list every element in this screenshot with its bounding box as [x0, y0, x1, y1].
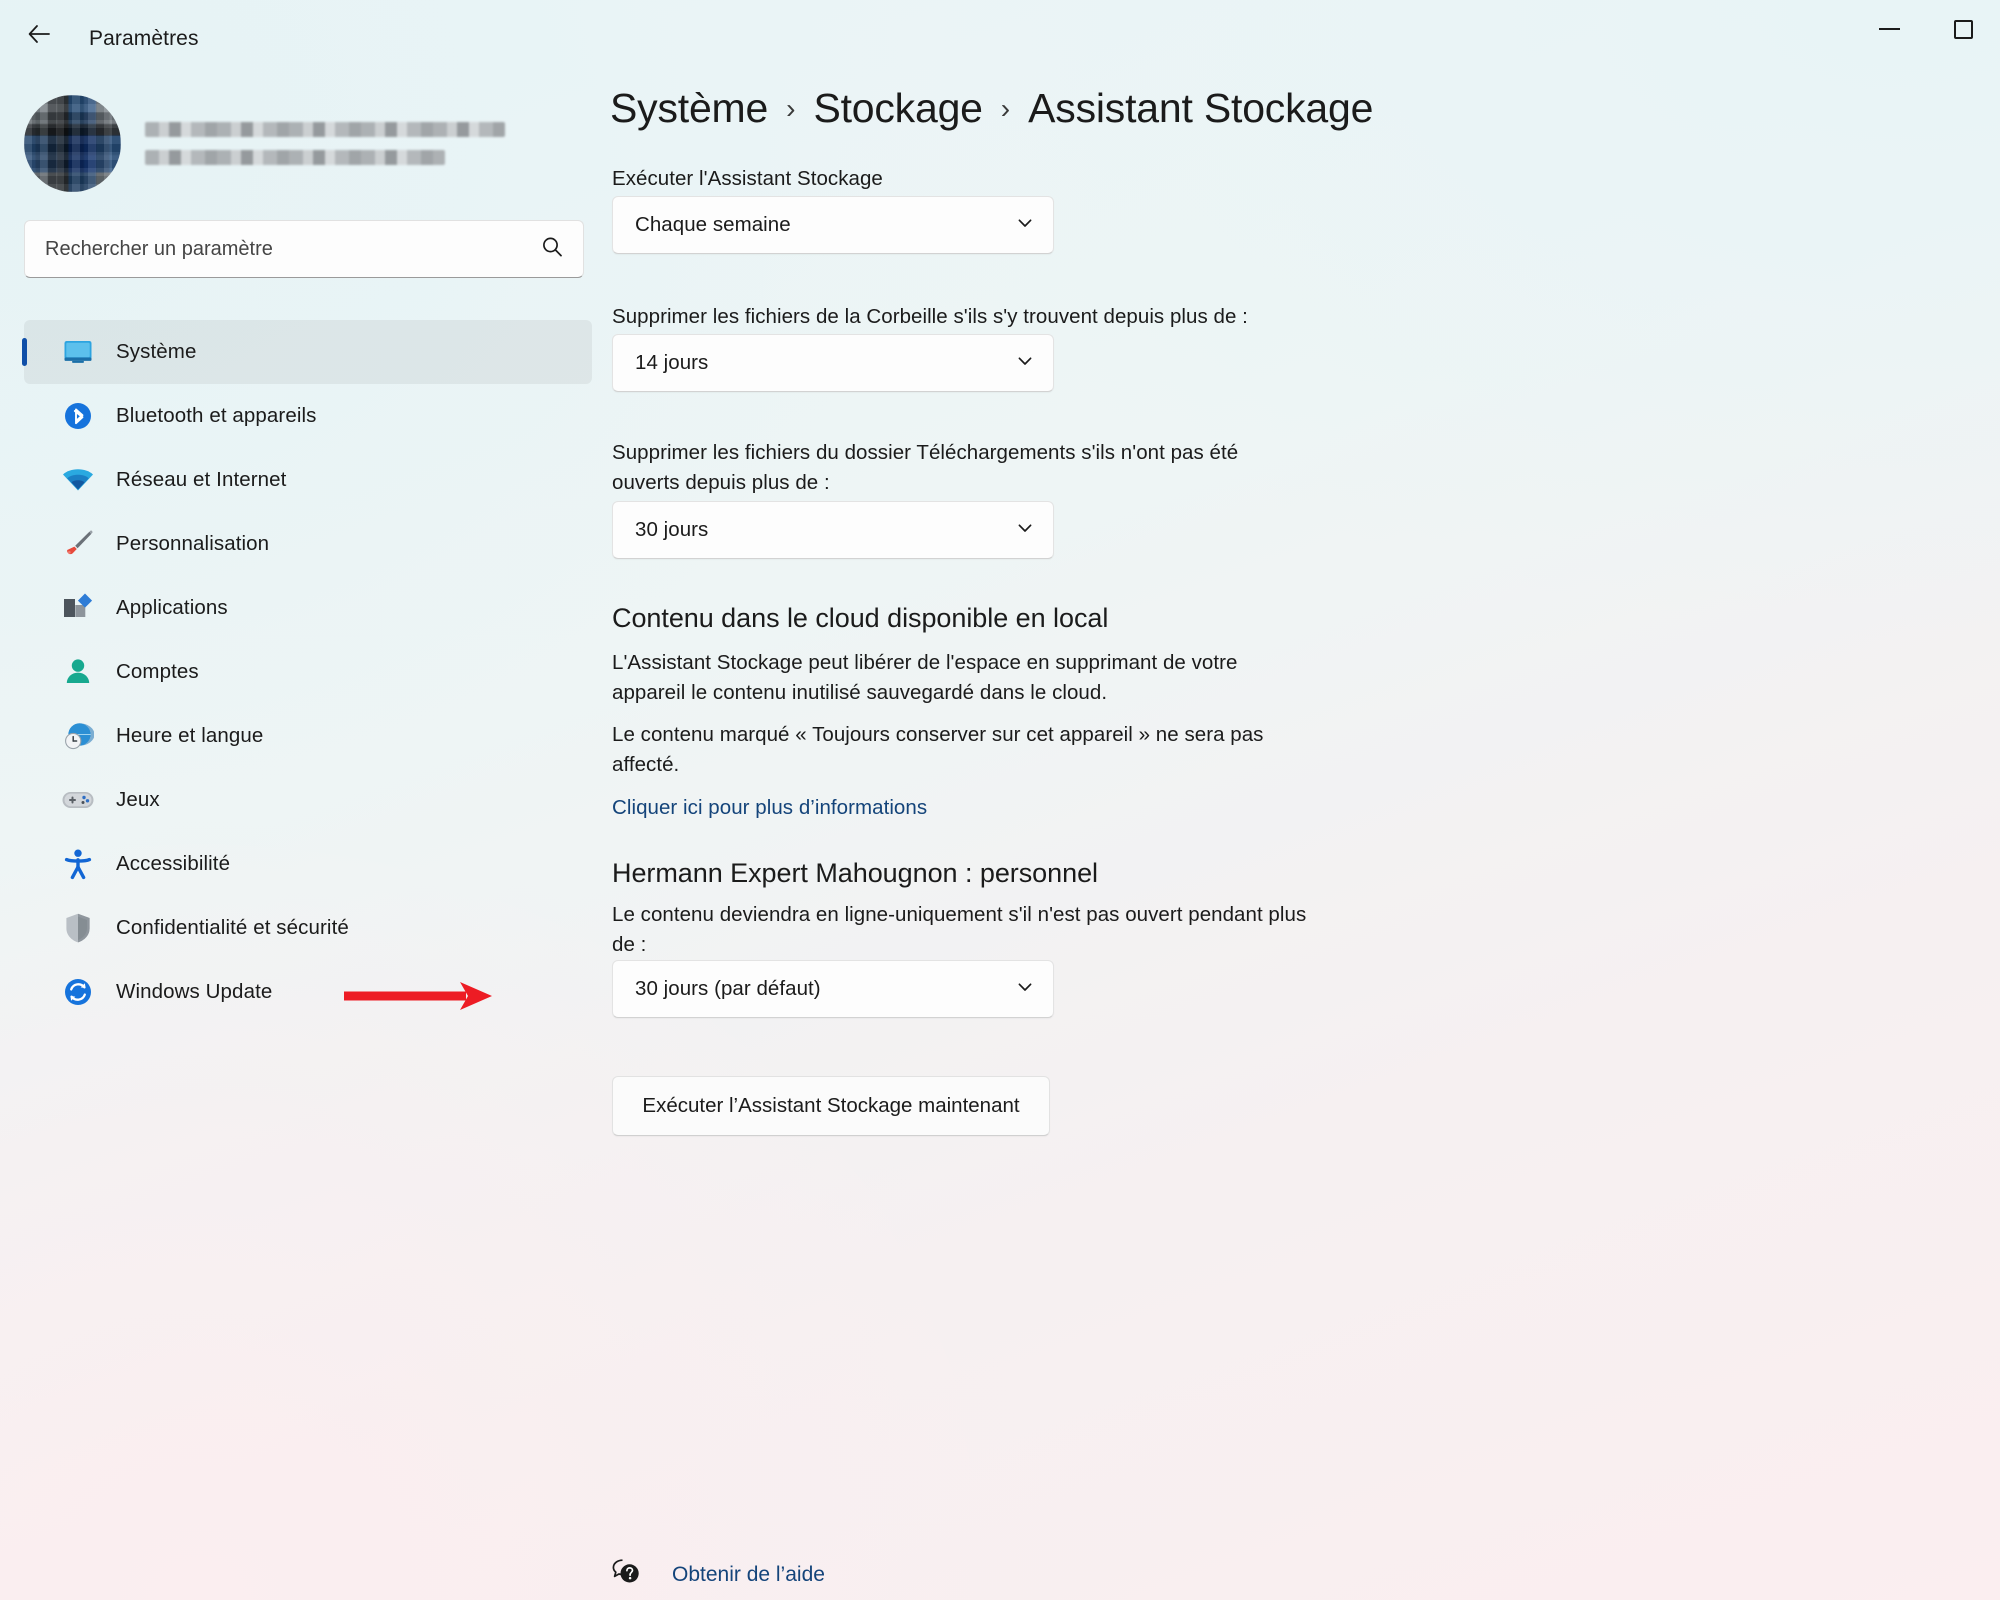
settings-window: Paramètres Rechercher un paramètre Systè…	[0, 0, 2000, 1600]
run-schedule-value: Chaque semaine	[635, 213, 791, 236]
downloads-label: Supprimer les fichiers du dossier Téléch…	[612, 441, 1239, 495]
sidebar-item-label: Windows Update	[116, 980, 273, 1003]
search-icon	[539, 234, 565, 265]
sidebar-item-label: Système	[116, 340, 197, 363]
account-email-redacted	[145, 149, 445, 165]
avatar-pixelation-overlay	[24, 94, 121, 192]
minimize-icon	[1878, 28, 1900, 30]
recycle-bin-dropdown[interactable]: 14 jours	[612, 334, 1054, 392]
sidebar-item-confidentialite-et-securite[interactable]: Confidentialité et sécurité	[24, 896, 592, 960]
get-help-link[interactable]: Obtenir de l’aide	[600, 1548, 835, 1600]
account-card[interactable]	[24, 88, 584, 198]
recycle-bin-label: Supprimer les fichiers de la Corbeille s…	[612, 305, 1248, 328]
run-schedule-label: Exécuter l'Assistant Stockage	[612, 167, 883, 190]
sidebar-item-jeux[interactable]: Jeux	[24, 768, 592, 832]
account-name-redacted	[145, 121, 505, 137]
title-bar: Paramètres	[0, 0, 2000, 68]
minimize-button[interactable]	[1852, 0, 1926, 58]
breadcrumb: Système › Stockage › Assistant Stockage	[610, 85, 1373, 132]
sidebar-item-accessibilite[interactable]: Accessibilité	[24, 832, 592, 896]
search-container	[24, 220, 584, 278]
downloads-dropdown[interactable]: 30 jours	[612, 501, 1054, 559]
sidebar-item-label: Personnalisation	[116, 532, 270, 555]
sidebar-item-comptes[interactable]: Comptes	[24, 640, 592, 704]
run-schedule-dropdown[interactable]: Chaque semaine	[612, 196, 1054, 254]
chevron-down-icon	[1015, 518, 1035, 543]
downloads-value: 30 jours	[635, 518, 709, 541]
gamepad-icon	[60, 783, 96, 817]
avatar	[24, 94, 121, 192]
onedrive-retention-dropdown[interactable]: 30 jours (par défaut)	[612, 960, 1054, 1018]
cloud-paragraph-2: Le contenu marqué « Toujours conserver s…	[612, 723, 1264, 777]
shield-icon	[60, 911, 96, 945]
maximize-icon	[1953, 19, 1973, 39]
sidebar-item-bluetooth-et-appareils[interactable]: Bluetooth et appareils	[24, 384, 592, 448]
person-icon	[60, 655, 96, 689]
onedrive-description: Le contenu deviendra en ligne-uniquement…	[612, 903, 1307, 957]
back-button[interactable]	[16, 12, 62, 56]
wifi-icon	[60, 463, 96, 497]
sidebar: Système Bluetooth et appareils	[0, 68, 600, 1600]
onedrive-section-heading: Hermann Expert Mahougnon : personnel	[612, 858, 1098, 888]
search-box[interactable]	[24, 220, 584, 278]
sidebar-item-label: Confidentialité et sécurité	[116, 916, 349, 939]
sidebar-item-label: Comptes	[116, 660, 199, 683]
get-help-label: Obtenir de l’aide	[672, 1562, 825, 1586]
sidebar-item-label: Jeux	[116, 788, 160, 811]
sidebar-item-heure-et-langue[interactable]: Heure et langue	[24, 704, 592, 768]
app-title: Paramètres	[89, 27, 199, 50]
bluetooth-icon	[60, 399, 96, 433]
chevron-down-icon	[1015, 351, 1035, 376]
sidebar-item-label: Accessibilité	[116, 852, 231, 875]
sidebar-item-personnalisation[interactable]: Personnalisation	[24, 512, 592, 576]
sidebar-item-label: Bluetooth et appareils	[116, 404, 317, 427]
chevron-down-icon	[1015, 977, 1035, 1002]
main-content: Système › Stockage › Assistant Stockage …	[600, 68, 2000, 1600]
onedrive-retention-value: 30 jours (par défaut)	[635, 977, 821, 1000]
cloud-section-heading: Contenu dans le cloud disponible en loca…	[612, 603, 1109, 633]
breadcrumb-separator: ›	[786, 93, 796, 124]
sidebar-item-label: Applications	[116, 596, 228, 619]
sidebar-item-windows-update[interactable]: Windows Update	[24, 960, 592, 1024]
clock-globe-icon	[60, 719, 96, 753]
breadcrumb-item-stockage[interactable]: Stockage	[813, 85, 983, 132]
help-question-icon	[610, 1556, 644, 1593]
cloud-paragraph-1: L'Assistant Stockage peut libérer de l'e…	[612, 651, 1238, 705]
monitor-icon	[60, 335, 96, 369]
sidebar-item-reseau-et-internet[interactable]: Réseau et Internet	[24, 448, 592, 512]
window-controls	[1852, 0, 2000, 58]
more-info-link[interactable]: Cliquer ici pour plus d’informations	[612, 796, 927, 820]
search-input[interactable]	[45, 237, 539, 261]
breadcrumb-separator: ›	[1000, 93, 1011, 124]
account-text	[145, 121, 505, 165]
run-storage-sense-now-button[interactable]: Exécuter l’Assistant Stockage maintenant	[612, 1076, 1050, 1136]
breadcrumb-item-systeme[interactable]: Système	[610, 85, 768, 132]
breadcrumb-item-assistant-stockage: Assistant Stockage	[1028, 85, 1374, 131]
apps-icon	[60, 591, 96, 625]
maximize-button[interactable]	[1926, 0, 2000, 58]
recycle-bin-value: 14 jours	[635, 351, 709, 374]
paintbrush-icon	[60, 527, 96, 561]
chevron-down-icon	[1015, 213, 1035, 238]
update-icon	[60, 975, 96, 1009]
sidebar-item-label: Réseau et Internet	[116, 468, 287, 491]
sidebar-item-label: Heure et langue	[116, 724, 264, 747]
navigation-list: Système Bluetooth et appareils Réseau et…	[22, 320, 592, 1024]
accessibility-icon	[60, 847, 96, 881]
sidebar-item-systeme[interactable]: Système	[22, 320, 592, 384]
sidebar-item-applications[interactable]: Applications	[24, 576, 592, 640]
